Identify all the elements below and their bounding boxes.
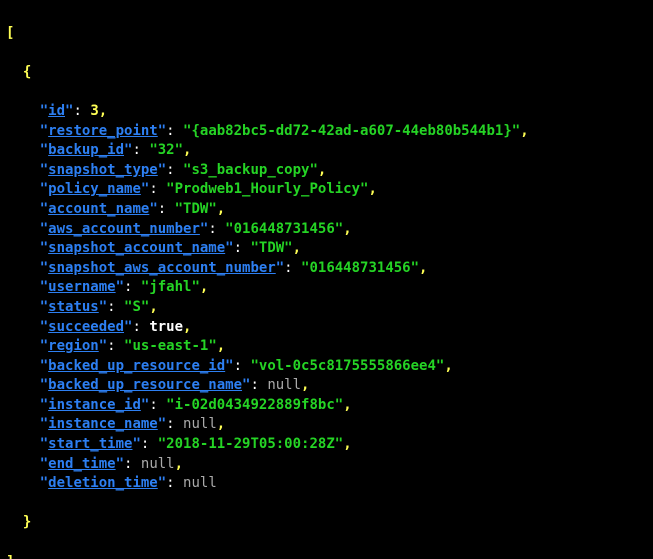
json-key: region [48, 338, 99, 354]
json-entry: "policy_name": "Prodweb1_Hourly_Policy", [6, 180, 651, 200]
json-open-object: { [6, 63, 651, 83]
json-key: instance_name [48, 416, 158, 432]
json-value: "2018-11-29T05:00:28Z" [158, 436, 343, 452]
json-entry: "id": 3, [6, 102, 651, 122]
json-key: deletion_time [48, 475, 158, 491]
json-close-arr: ] [6, 553, 651, 559]
json-value: null [267, 377, 301, 393]
json-entry: "backed_up_resource_name": null, [6, 376, 651, 396]
json-value: "016448731456" [301, 260, 419, 276]
json-entry: "instance_id": "i-02d0434922889f8bc", [6, 396, 651, 416]
json-entry: "snapshot_type": "s3_backup_copy", [6, 161, 651, 181]
json-value: "jfahl" [141, 279, 200, 295]
json-key: start_time [48, 436, 132, 452]
json-key: snapshot_account_name [48, 240, 225, 256]
json-key: username [48, 279, 115, 295]
json-value: "TDW" [250, 240, 292, 256]
json-entry: "start_time": "2018-11-29T05:00:28Z", [6, 435, 651, 455]
json-value: 3 [90, 103, 98, 119]
json-value: null [183, 416, 217, 432]
json-value: null [183, 475, 217, 491]
json-key: succeeded [48, 319, 124, 335]
json-entry: "restore_point": "{aab82bc5-dd72-42ad-a6… [6, 122, 651, 142]
json-value: "vol-0c5c8175555866ee4" [250, 358, 444, 374]
json-entry: "deletion_time": null [6, 474, 651, 494]
json-value: "s3_backup_copy" [183, 162, 318, 178]
json-key: snapshot_type [48, 162, 158, 178]
json-key: restore_point [48, 123, 158, 139]
json-entry: "succeeded": true, [6, 318, 651, 338]
json-value: "TDW" [175, 201, 217, 217]
json-value: "{aab82bc5-dd72-42ad-a607-44eb80b544b1}" [183, 123, 520, 139]
json-key: aws_account_number [48, 221, 200, 237]
json-open-array: [ [6, 24, 651, 44]
json-key: instance_id [48, 397, 141, 413]
json-key: account_name [48, 201, 149, 217]
json-value: "Prodweb1_Hourly_Policy" [166, 181, 368, 197]
json-key: backup_id [48, 142, 124, 158]
json-entry: "aws_account_number": "016448731456", [6, 220, 651, 240]
json-key: backed_up_resource_name [48, 377, 242, 393]
json-entry: "end_time": null, [6, 455, 651, 475]
json-value: null [141, 456, 175, 472]
json-value: true [149, 319, 183, 335]
json-value: "us-east-1" [124, 338, 217, 354]
json-close-object: } [6, 513, 651, 533]
json-entry: "region": "us-east-1", [6, 337, 651, 357]
json-entry: "account_name": "TDW", [6, 200, 651, 220]
json-key: id [48, 103, 65, 119]
json-value: "016448731456" [225, 221, 343, 237]
json-key: backed_up_resource_id [48, 358, 225, 374]
json-key: status [48, 299, 99, 315]
json-entry: "snapshot_account_name": "TDW", [6, 239, 651, 259]
json-value: "i-02d0434922889f8bc" [166, 397, 343, 413]
json-key: policy_name [48, 181, 141, 197]
json-entry: "instance_name": null, [6, 415, 651, 435]
json-entry: "status": "S", [6, 298, 651, 318]
json-key: snapshot_aws_account_number [48, 260, 276, 276]
json-entry: "backup_id": "32", [6, 141, 651, 161]
json-value: "S" [124, 299, 149, 315]
terminal-output[interactable]: [ { "id": 3, "restore_point": "{aab82bc5… [0, 0, 653, 559]
json-entry: "snapshot_aws_account_number": "01644873… [6, 259, 651, 279]
json-key: end_time [48, 456, 115, 472]
json-entry: "username": "jfahl", [6, 278, 651, 298]
json-value: "32" [149, 142, 183, 158]
json-entry: "backed_up_resource_id": "vol-0c5c817555… [6, 357, 651, 377]
